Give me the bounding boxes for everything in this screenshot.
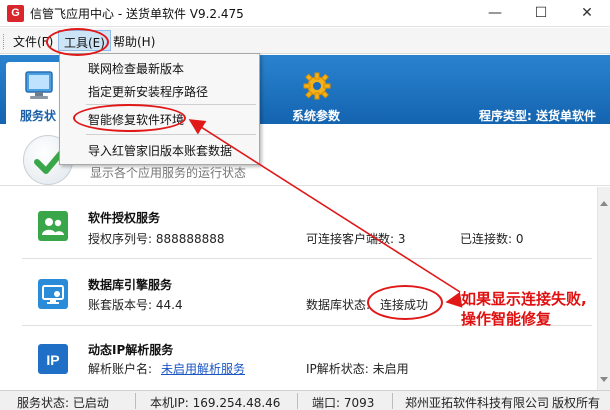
menu-grip xyxy=(3,34,6,49)
copyright: 版权所有 xyxy=(552,396,601,410)
local-ip: 本机IP: 169.254.48.46 xyxy=(150,396,281,410)
client-limit: 可连接客户端数: 3 xyxy=(306,232,406,246)
maximize-button[interactable]: ☐ xyxy=(518,0,564,27)
close-button[interactable]: ✕ xyxy=(564,0,610,27)
minimize-button[interactable]: — xyxy=(472,0,518,27)
service-license: 软件授权服务 授权序列号: 888888888 可连接客户端数: 3 已连接数:… xyxy=(0,187,597,255)
enable-dns-link[interactable]: 未启用解析服务 xyxy=(161,360,245,377)
service-state: 服务状态: 已启动 xyxy=(17,396,109,410)
menu-item-check-update[interactable]: 联网检查最新版本 xyxy=(88,60,184,77)
tab-label-service-status: 服务状 xyxy=(20,109,57,123)
annotation-text-line1: 如果显示连接失败, xyxy=(461,290,587,308)
service-title: 数据库引擎服务 xyxy=(88,278,173,292)
annotation-circle-tools xyxy=(46,28,109,56)
connected-count: 已连接数: 0 xyxy=(460,232,524,246)
db-status-label: 数据库状态: xyxy=(306,298,371,312)
service-title: 软件授权服务 xyxy=(88,211,161,225)
scroll-down-icon[interactable] xyxy=(600,377,608,382)
divider xyxy=(135,393,136,409)
annotation-circle-repair xyxy=(73,104,186,132)
menu-item-import-legacy-data[interactable]: 导入红管家旧版本账套数据 xyxy=(88,142,232,159)
app-logo-icon: G xyxy=(7,5,24,22)
vertical-scrollbar[interactable] xyxy=(597,187,610,390)
annotation-text-line2: 操作智能修复 xyxy=(461,310,552,328)
title-bar: G 信管飞应用中心 - 送货单软件 V9.2.475 — ☐ ✕ xyxy=(0,0,610,27)
license-serial: 授权序列号: 888888888 xyxy=(88,232,225,246)
service-dynamic-ip: IP 动态IP解析服务 解析账户名: 未启用解析服务 IP解析状态: 未启用 xyxy=(0,326,597,394)
service-title: 动态IP解析服务 xyxy=(88,343,174,357)
status-bar: 服务状态: 已启动 本机IP: 169.254.48.46 端口: 7093 郑… xyxy=(0,390,610,410)
svg-text:IP: IP xyxy=(46,352,59,368)
program-type-label: 程序类型: 送货单软件 xyxy=(479,109,596,123)
header-description: 显示各个应用服务的运行状态 xyxy=(90,166,247,180)
menu-separator xyxy=(86,134,256,135)
divider xyxy=(392,393,393,409)
ip-icon: IP xyxy=(38,344,68,374)
menu-help[interactable]: 帮助(H) xyxy=(113,33,155,50)
database-monitor-icon xyxy=(38,279,68,309)
ip-resolve-status: IP解析状态: 未启用 xyxy=(306,362,409,376)
gear-icon[interactable] xyxy=(303,72,331,100)
annotation-circle-db-status xyxy=(367,285,443,320)
account-version: 账套版本号: 44.4 xyxy=(88,298,183,312)
menu-item-set-update-path[interactable]: 指定更新安装程序路径 xyxy=(88,83,208,100)
port: 端口: 7093 xyxy=(312,396,375,410)
divider xyxy=(297,393,298,409)
tab-system-params[interactable]: 系统参数 xyxy=(292,107,340,124)
scroll-up-icon[interactable] xyxy=(600,201,608,206)
window-title: 信管飞应用中心 - 送货单软件 V9.2.475 xyxy=(30,7,244,21)
dns-account-label: 解析账户名: xyxy=(88,362,153,376)
company-name: 郑州亚拓软件科技有限公司 xyxy=(405,396,550,410)
users-icon xyxy=(38,211,68,241)
